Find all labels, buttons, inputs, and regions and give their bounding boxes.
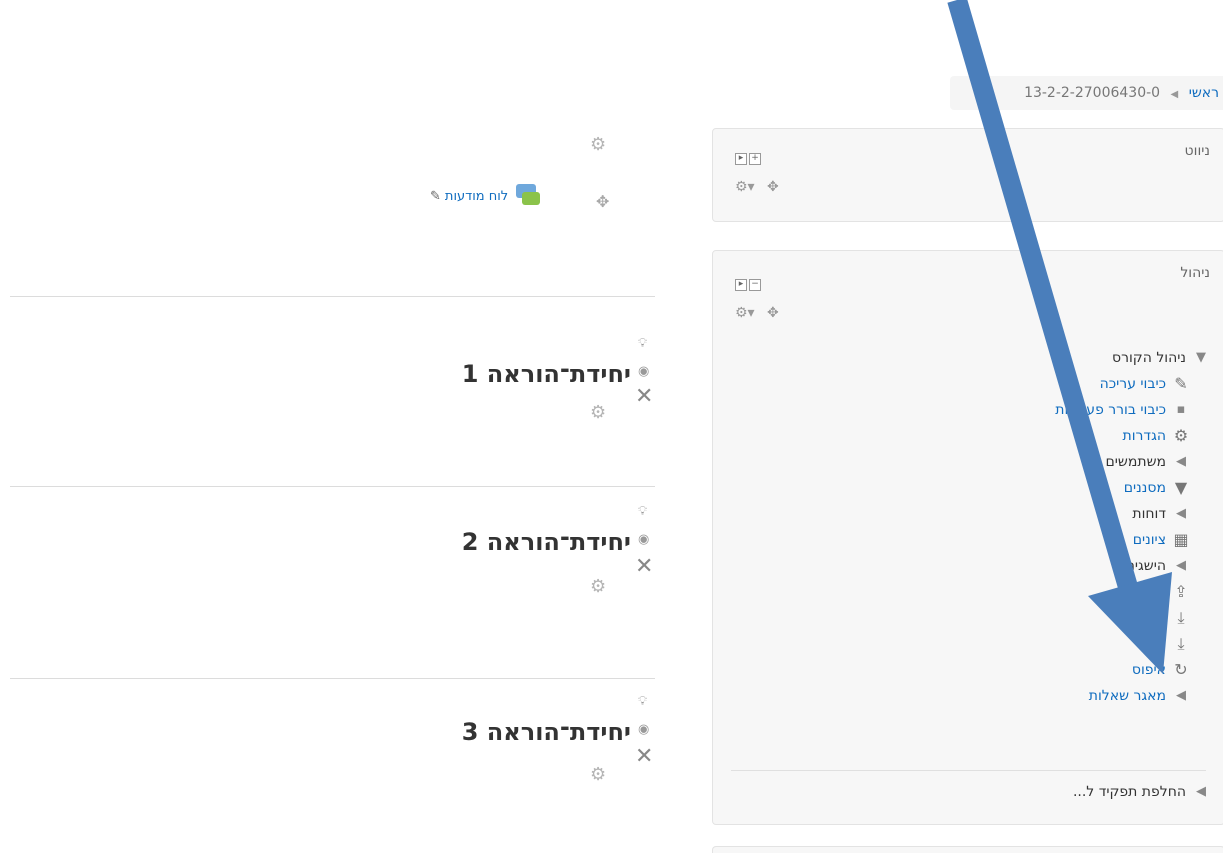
breadcrumb-course-link[interactable]: 13-2-2-27006430-0 [1024, 85, 1160, 101]
caret-left-icon: ◀ [1176, 558, 1186, 573]
forum-activity[interactable]: לוח מודעות ✎ [430, 184, 542, 208]
section-edit-gear-icon[interactable]: ⚙ [590, 576, 606, 597]
tree-item-label[interactable]: ציונים [1133, 527, 1166, 553]
edit-title-pencil-icon[interactable]: ✎ [430, 189, 441, 204]
tree-item-label[interactable]: כיבוי עריכה [1100, 371, 1166, 397]
table-icon: ▦ [1173, 530, 1189, 549]
tree-divider [731, 770, 1206, 771]
delete-x-icon[interactable]: ✕ [635, 744, 653, 769]
tree-item-reset[interactable]: ↻ איפוס [1055, 657, 1190, 683]
tree-item-course-admin[interactable]: ▼ ניהול הקורס [1055, 345, 1210, 371]
caret-left-icon: ◀ [1176, 688, 1186, 703]
tree-item-restore[interactable]: ⤓ שחזור [1055, 605, 1190, 631]
navigation-block-title: ניווט [1184, 143, 1210, 159]
section-edit-gear-icon[interactable]: ⚙ [590, 134, 606, 155]
tree-item-label: ניהול הקורס [1112, 350, 1186, 366]
section-edit-gear-icon[interactable]: ⚙ [590, 402, 606, 423]
forum-icon [512, 184, 542, 208]
highlight-lightbulb-icon[interactable]: 💡︎ [638, 504, 647, 519]
section-title-1: יחידת־הוראה 1 [461, 360, 631, 388]
visibility-eye-icon[interactable]: ◉ [638, 532, 649, 547]
collapse-block-icon[interactable]: + [749, 153, 761, 165]
tree-item-label: החלפת תפקיד ל... [1072, 784, 1186, 800]
breadcrumb-separator-icon: ◀ [1170, 89, 1179, 100]
tree-item-label[interactable]: מאגר שאלות [1089, 683, 1166, 709]
breadcrumb: ראשי ◀ 13-2-2-27006430-0 [950, 76, 1223, 110]
navigation-block: ניווט ▸ + ⚙▾ ✥ [712, 128, 1223, 222]
section-edit-gear-icon[interactable]: ⚙ [590, 764, 606, 785]
dock-block-icon[interactable]: ▸ [735, 153, 747, 165]
gear-icon: ⚙ [1173, 426, 1189, 445]
tree-item-settings[interactable]: ⚙ הגדרות [1055, 423, 1190, 449]
pencil-icon: ✎ [1174, 374, 1188, 393]
section-divider [10, 486, 655, 487]
download-icon: ⤓ [1177, 634, 1185, 653]
reset-icon: ↻ [1174, 660, 1188, 679]
caret-left-icon: ◀ [1176, 506, 1186, 521]
block-actions-gear-icon[interactable]: ⚙▾ [735, 179, 755, 195]
administration-block: ניהול ▸ − ⚙▾ ✥ ▼ ניהול הקורס ✎ כיבוי ערי… [712, 250, 1223, 825]
tree-item-filters[interactable]: ▼ מסננים [1055, 475, 1190, 501]
tree-item-label: משתמשים [1105, 454, 1166, 470]
dock-block-icon[interactable]: ▸ [735, 279, 747, 291]
tree-item-label: הישגים [1125, 558, 1166, 574]
highlight-lightbulb-icon[interactable]: 💡︎ [638, 694, 647, 709]
section-title-3: יחידת־הוראה 3 [461, 718, 631, 746]
tree-item-label[interactable]: איפוס [1132, 657, 1166, 683]
tree-item-label[interactable]: כיבוי בורר פעילויות [1055, 397, 1166, 423]
tree-item-users[interactable]: ◀ משתמשים [1055, 449, 1190, 475]
collapse-block-icon[interactable]: − [749, 279, 761, 291]
caret-left-icon: ◀ [1196, 784, 1206, 799]
tree-item-backup[interactable]: ⇪ גיבוי [1055, 579, 1190, 605]
tree-item-label[interactable]: שחזור [1130, 605, 1166, 631]
block-move-icon[interactable]: ✥ [767, 305, 779, 321]
caret-down-icon: ▼ [1196, 350, 1206, 365]
block-move-icon[interactable]: ✥ [767, 179, 779, 195]
highlight-lightbulb-icon[interactable]: 💡︎ [638, 336, 647, 351]
bullet-icon: ▪ [1176, 402, 1186, 417]
tree-item-grades[interactable]: ▦ ציונים [1055, 527, 1190, 553]
section-divider [10, 296, 655, 297]
tree-item-badges[interactable]: ◀ הישגים [1055, 553, 1190, 579]
administration-block-title: ניהול [1180, 265, 1210, 281]
tree-item-label[interactable]: מסננים [1124, 475, 1166, 501]
move-icon[interactable]: ✥ [596, 192, 609, 211]
admin-tree: ▼ ניהול הקורס ✎ כיבוי עריכה ▪ כיבוי בורר… [1055, 345, 1210, 709]
visibility-eye-icon[interactable]: ◉ [638, 722, 649, 737]
delete-x-icon[interactable]: ✕ [635, 384, 653, 409]
section-divider [10, 678, 655, 679]
download-icon: ⤓ [1177, 608, 1185, 627]
tree-item-reports[interactable]: ◀ דוחות [1055, 501, 1190, 527]
tree-item-edit-off[interactable]: ✎ כיבוי עריכה [1055, 371, 1190, 397]
filter-icon: ▼ [1174, 478, 1188, 497]
tree-item-label[interactable]: הגדרות [1123, 423, 1166, 449]
section-title-2: יחידת־הוראה 2 [461, 528, 631, 556]
tree-item-question-bank[interactable]: ◀ מאגר שאלות [1055, 683, 1190, 709]
tree-item-label[interactable]: גיבוי [1142, 579, 1166, 605]
visibility-eye-icon[interactable]: ◉ [638, 364, 649, 379]
tree-item-label[interactable]: יבוא [1142, 631, 1166, 657]
delete-x-icon[interactable]: ✕ [635, 554, 653, 579]
forum-link[interactable]: לוח מודעות [445, 189, 508, 204]
block-actions-gear-icon[interactable]: ⚙▾ [735, 305, 755, 321]
tree-item-switch-role[interactable]: ◀ החלפת תפקיד ל... [1073, 779, 1210, 805]
tree-item-label: דוחות [1132, 506, 1166, 522]
breadcrumb-home-link[interactable]: ראשי [1189, 85, 1219, 101]
tree-item-import[interactable]: ⤓ יבוא [1055, 631, 1190, 657]
upload-icon: ⇪ [1174, 582, 1188, 601]
tree-item-activity-chooser-off[interactable]: ▪ כיבוי בורר פעילויות [1055, 397, 1190, 423]
caret-left-icon: ◀ [1176, 454, 1186, 469]
switch-role-tree: ◀ החלפת תפקיד ל... [1073, 779, 1210, 805]
